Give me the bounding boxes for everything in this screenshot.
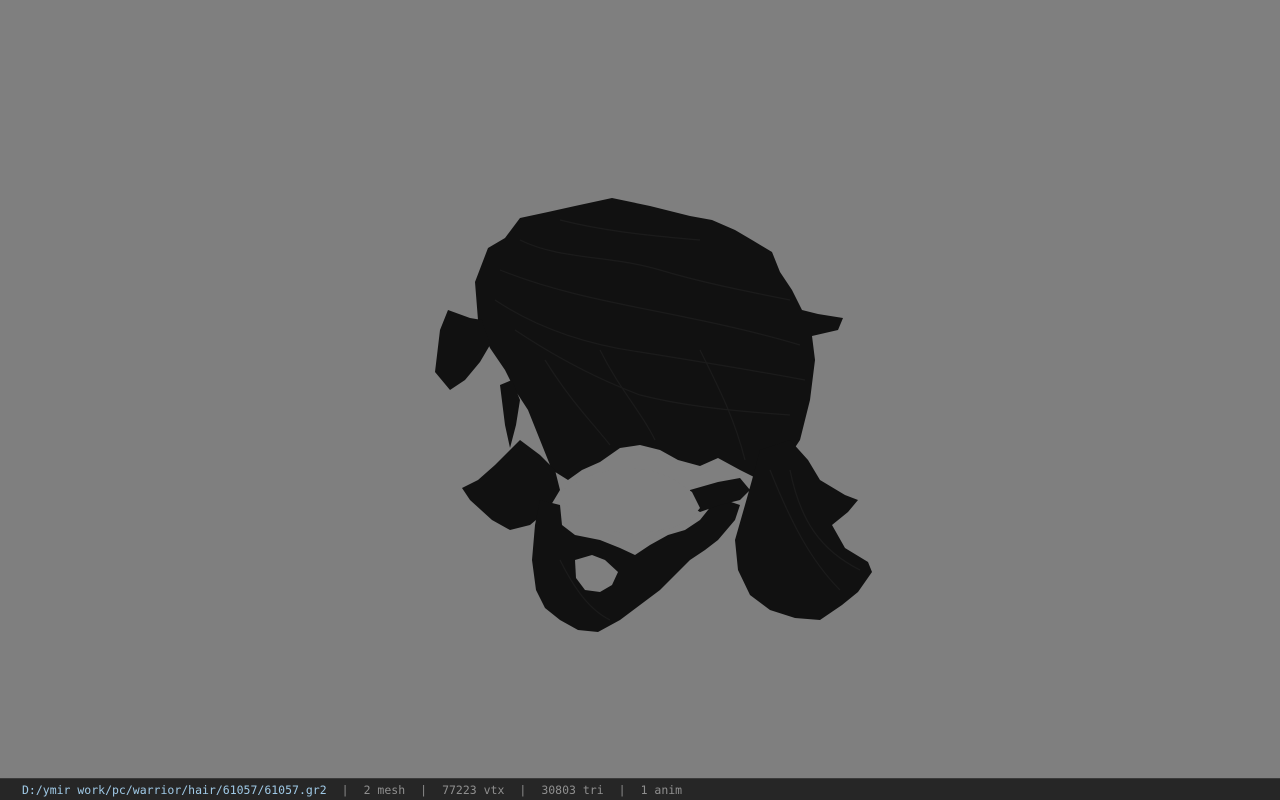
vertex-count: 77223 vtx bbox=[442, 782, 505, 797]
mesh-count: 2 mesh bbox=[363, 782, 406, 797]
3d-viewport[interactable] bbox=[0, 0, 1280, 778]
hair-model-render bbox=[435, 198, 872, 632]
separator: | bbox=[618, 782, 626, 797]
separator: | bbox=[420, 782, 428, 797]
anim-count: 1 anim bbox=[640, 782, 683, 797]
separator: | bbox=[519, 782, 527, 797]
status-bar: D:/ymir work/pc/warrior/hair/61057/61057… bbox=[0, 778, 1280, 800]
separator: | bbox=[341, 782, 349, 797]
triangle-count: 30803 tri bbox=[541, 782, 604, 797]
hair-mesh-silhouette bbox=[435, 198, 872, 632]
file-path: D:/ymir work/pc/warrior/hair/61057/61057… bbox=[22, 782, 327, 797]
